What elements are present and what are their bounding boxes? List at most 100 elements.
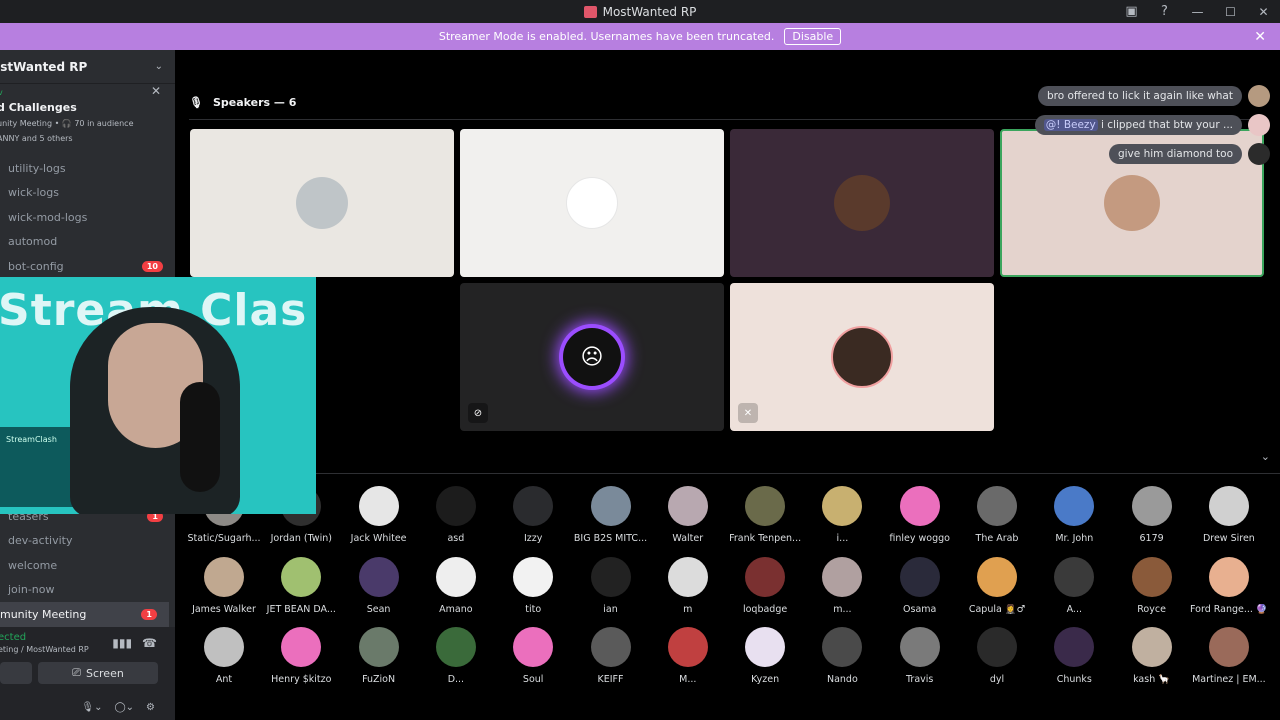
close-icon[interactable]: ✕ — [1254, 29, 1266, 45]
audience-member[interactable]: FuZioN — [340, 627, 418, 685]
audience-name: Travis — [906, 674, 934, 685]
channel-list-top: utility-logs wick-logs wick-mod-logs aut… — [0, 156, 175, 279]
audience-member[interactable]: Walter — [649, 486, 727, 544]
audience-avatar — [745, 556, 786, 597]
audience-member[interactable]: Soul — [494, 627, 572, 685]
audience-name: A... — [1066, 603, 1082, 615]
audience-name: 6179 — [1139, 533, 1164, 544]
audience-member[interactable]: Amano — [417, 556, 495, 615]
audience-avatar — [822, 627, 863, 667]
audience-member[interactable]: BIG B2S MITC... — [572, 486, 650, 544]
audience-member[interactable]: Drew Siren — [1190, 486, 1268, 544]
audience-member[interactable]: M... — [649, 627, 727, 685]
audience-avatar — [1208, 627, 1249, 667]
audience-member[interactable]: 6179 — [1113, 486, 1191, 544]
audience-member[interactable]: Osama — [881, 556, 959, 615]
audience-name: Amano — [439, 603, 473, 615]
inbox-icon[interactable]: ▣ — [1115, 4, 1148, 19]
microphone-icon: 🎙 — [189, 96, 203, 109]
audience-member[interactable]: Ant — [185, 627, 263, 685]
speaker-avatar — [834, 175, 890, 231]
chat-message: @! Beezy i clipped that btw your ... — [1034, 114, 1270, 136]
disable-button[interactable]: Disable — [784, 28, 842, 45]
audience-avatar — [1208, 556, 1249, 597]
audience-avatar — [745, 486, 786, 526]
audience-member[interactable]: Royce — [1113, 556, 1191, 615]
channel-item[interactable]: join-now — [0, 578, 175, 603]
speakers-label: Speakers — 6 — [212, 96, 297, 109]
microphone-icon[interactable]: 🎙⌄ — [81, 702, 102, 720]
audience-member[interactable]: Kyzen — [726, 627, 804, 685]
audience-member[interactable]: finley woggo — [881, 486, 959, 544]
audience-member[interactable]: KEIFF — [572, 627, 650, 685]
audience-name: asd — [447, 533, 465, 544]
unread-badge: 1 — [141, 608, 157, 620]
audience-member[interactable]: m... — [803, 556, 881, 615]
audience-member[interactable]: A... — [1035, 556, 1113, 615]
audience-member[interactable]: Capula 🤵‍♀️♂ — [958, 556, 1036, 615]
audience-member[interactable]: James Walker — [185, 556, 263, 615]
speaker-avatar — [566, 177, 618, 229]
audience-member[interactable]: Sean — [340, 556, 418, 615]
audience-member[interactable]: JET BEAN DA... — [262, 556, 340, 615]
headset-icon[interactable]: ◯⌄ — [114, 702, 134, 720]
audience-name: tito — [525, 603, 542, 615]
active-stage-channel[interactable]: munity Meeting 1 — [0, 602, 169, 627]
speaker-tile[interactable] — [730, 129, 994, 277]
speaker-tile[interactable]: ☹ ⊘ — [460, 283, 724, 431]
audience-avatar — [977, 627, 1017, 667]
channel-item[interactable]: welcome — [0, 553, 175, 578]
audience-member[interactable]: Jack Whitee — [340, 486, 418, 544]
window-controls: ▣ ? — ☐ ✕ — [1115, 0, 1280, 23]
close-icon[interactable]: ✕ — [151, 84, 161, 98]
maximize-button[interactable]: ☐ — [1214, 5, 1247, 19]
audience-member[interactable]: Chunks — [1035, 627, 1113, 685]
channel-label: bot-config — [8, 259, 64, 273]
audience-member[interactable]: ian — [572, 556, 650, 615]
audience-name: i... — [836, 533, 849, 544]
audience-member[interactable]: Izzy — [494, 486, 572, 544]
close-window-button[interactable]: ✕ — [1247, 5, 1280, 19]
signal-icon[interactable]: ▮▮▮ — [112, 636, 132, 650]
settings-gear-icon[interactable]: ⚙ — [146, 702, 155, 720]
audience-name: ian — [603, 603, 618, 615]
audience-member[interactable]: Martinez | EM... — [1190, 627, 1268, 685]
screen-share-button[interactable]: ⎚ Screen — [38, 662, 158, 684]
audience-member[interactable]: D... — [417, 627, 495, 685]
channel-item[interactable]: wick-mod-logs — [0, 205, 175, 230]
audience-member[interactable]: kash 🦙 — [1113, 627, 1191, 685]
speaker-avatar-speaking: ☹ — [563, 328, 621, 386]
minimize-button[interactable]: — — [1181, 5, 1214, 19]
disconnect-icon[interactable]: ☎ — [142, 636, 157, 650]
audience-avatar — [435, 486, 476, 526]
audience-member[interactable]: asd — [417, 486, 495, 544]
camera-button[interactable] — [0, 662, 32, 684]
channel-item[interactable]: utility-logs — [0, 156, 175, 181]
live-event-card[interactable]: v d Challenges unity Meeting • 🎧 70 in a… — [0, 84, 175, 156]
speaker-tile[interactable] — [460, 129, 724, 277]
audience-member[interactable]: Mr. John — [1035, 486, 1113, 544]
help-icon[interactable]: ? — [1148, 4, 1181, 19]
audience-member[interactable]: loqbadge — [726, 556, 804, 615]
speaker-tile[interactable]: ✕ — [730, 283, 994, 431]
audience-member[interactable]: Ford Range... 🔮 — [1190, 556, 1268, 615]
channel-item[interactable]: automod — [0, 230, 175, 255]
audience-member[interactable]: Frank Tenpen... — [726, 486, 804, 544]
chevron-down-icon[interactable]: ⌄ — [1261, 450, 1270, 463]
audience-member[interactable]: Nando — [803, 627, 881, 685]
audience-member[interactable]: dyl — [958, 627, 1036, 685]
channel-item[interactable]: bot-config 10 — [0, 254, 175, 279]
audience-member[interactable]: The Arab — [958, 486, 1036, 544]
server-header[interactable]: ostWanted RP ⌄ — [0, 50, 175, 84]
audience-member[interactable]: Travis — [881, 627, 959, 685]
screen-share-label: Screen — [85, 666, 124, 680]
audience-member[interactable]: i... — [803, 486, 881, 544]
chat-bubble: @! Beezy i clipped that btw your ... — [1034, 115, 1242, 135]
speaker-tile[interactable] — [190, 129, 454, 277]
channel-item[interactable]: wick-logs — [0, 181, 175, 206]
audience-member[interactable]: tito — [494, 556, 572, 615]
audience-member[interactable]: m — [649, 556, 727, 615]
audience-member[interactable]: Henry $kitzo — [262, 627, 340, 685]
channel-item[interactable]: dev-activity — [0, 529, 175, 554]
audience-name: Osama — [903, 603, 937, 615]
